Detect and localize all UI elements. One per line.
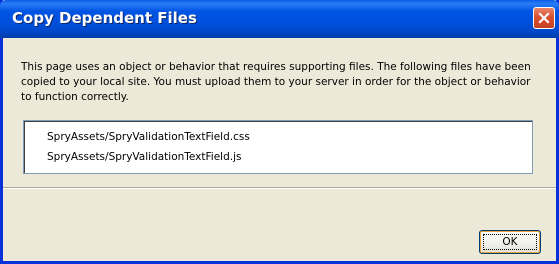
divider: [3, 187, 556, 189]
ok-button[interactable]: OK: [479, 230, 541, 254]
dialog-title: Copy Dependent Files: [12, 9, 197, 27]
close-icon: [538, 12, 550, 24]
file-list-item: SpryAssets/SpryValidationTextField.js: [47, 151, 242, 163]
ok-button-label: OK: [502, 236, 518, 248]
file-list-item: SpryAssets/SpryValidationTextField.css: [47, 131, 250, 143]
title-bar[interactable]: Copy Dependent Files: [0, 0, 559, 38]
dialog-message: This page uses an object or behavior tha…: [21, 61, 531, 103]
close-button[interactable]: [533, 7, 555, 29]
dialog-window: Copy Dependent Files This page uses an o…: [0, 0, 559, 264]
file-list: SpryAssets/SpryValidationTextField.css S…: [23, 120, 533, 174]
